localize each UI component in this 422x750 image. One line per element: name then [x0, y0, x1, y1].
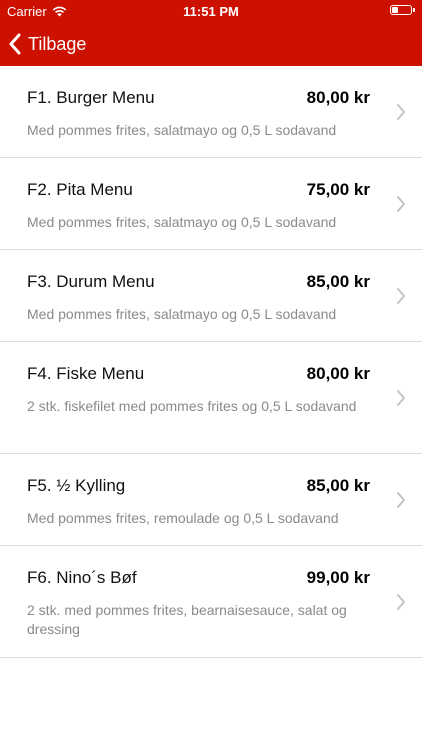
- menu-item-description: Med pommes frites, salatmayo og 0,5 L so…: [27, 306, 337, 322]
- battery-nub: [413, 8, 415, 12]
- menu-item-price: 99,00 kr: [306, 568, 370, 587]
- header-bar: Carrier 11:51 PM Tilbage: [0, 0, 422, 66]
- status-bar: Carrier 11:51 PM: [0, 0, 422, 22]
- menu-item-price: 80,00 kr: [306, 88, 370, 107]
- status-time: 11:51 PM: [183, 4, 239, 19]
- menu-item-price: 85,00 kr: [306, 476, 370, 495]
- battery-fill: [392, 7, 398, 13]
- menu-item-row[interactable]: F5. ½ Kylling 85,00 kr Med pommes frites, …: [0, 454, 422, 546]
- chevron-right-icon: [396, 195, 406, 218]
- menu-item-row[interactable]: F1. Burger Menu 80,00 kr Med pommes frites…: [0, 66, 422, 158]
- battery-icon: [390, 5, 415, 15]
- navigation-bar: Tilbage: [0, 22, 422, 66]
- menu-item-price: 80,00 kr: [306, 364, 370, 383]
- menu-item-row[interactable]: F6. Nino´s Bøf 99,00 kr 2 stk. med pommes …: [0, 546, 422, 658]
- menu-item-description: Med pommes frites, salatmayo og 0,5 L so…: [27, 122, 337, 138]
- menu-item-row[interactable]: F2. Pita Menu 75,00 kr Med pommes frites, …: [0, 158, 422, 250]
- back-button-label: Tilbage: [28, 33, 87, 54]
- menu-item-name: F4. Fiske Menu: [27, 364, 145, 383]
- menu-item-name: F1. Burger Menu: [27, 88, 155, 107]
- menu-item-description: Med pommes frites, remoulade og 0,5 L so…: [27, 510, 339, 526]
- menu-item-row[interactable]: F4. Fiske Menu 80,00 kr 2 stk. fiskefilet …: [0, 342, 422, 454]
- chevron-right-icon: [396, 287, 406, 310]
- menu-item-price: 75,00 kr: [306, 180, 370, 199]
- chevron-left-icon: [8, 33, 22, 55]
- chevron-right-icon: [396, 389, 406, 412]
- menu-list: F1. Burger Menu 80,00 kr Med pommes frites…: [0, 66, 422, 658]
- menu-item-name: F5. ½ Kylling: [27, 476, 126, 495]
- menu-item-price: 85,00 kr: [306, 272, 370, 291]
- chevron-right-icon: [396, 491, 406, 514]
- chevron-right-icon: [396, 593, 406, 616]
- menu-item-row[interactable]: F3. Durum Menu 85,00 kr Med pommes frites,…: [0, 250, 422, 342]
- menu-item-name: F3. Durum Menu: [27, 272, 155, 291]
- menu-item-name: F6. Nino´s Bøf: [27, 568, 137, 587]
- menu-item-name: F2. Pita Menu: [27, 180, 133, 199]
- back-button[interactable]: Tilbage: [8, 30, 86, 58]
- chevron-right-icon: [396, 103, 406, 126]
- menu-item-description: Med pommes frites, salatmayo og 0,5 L so…: [27, 214, 337, 230]
- menu-item-description: 2 stk. fiskefilet med pommes frites og 0…: [27, 398, 357, 414]
- menu-item-description: 2 stk. med pommes frites, bearnaisesauce…: [27, 602, 347, 637]
